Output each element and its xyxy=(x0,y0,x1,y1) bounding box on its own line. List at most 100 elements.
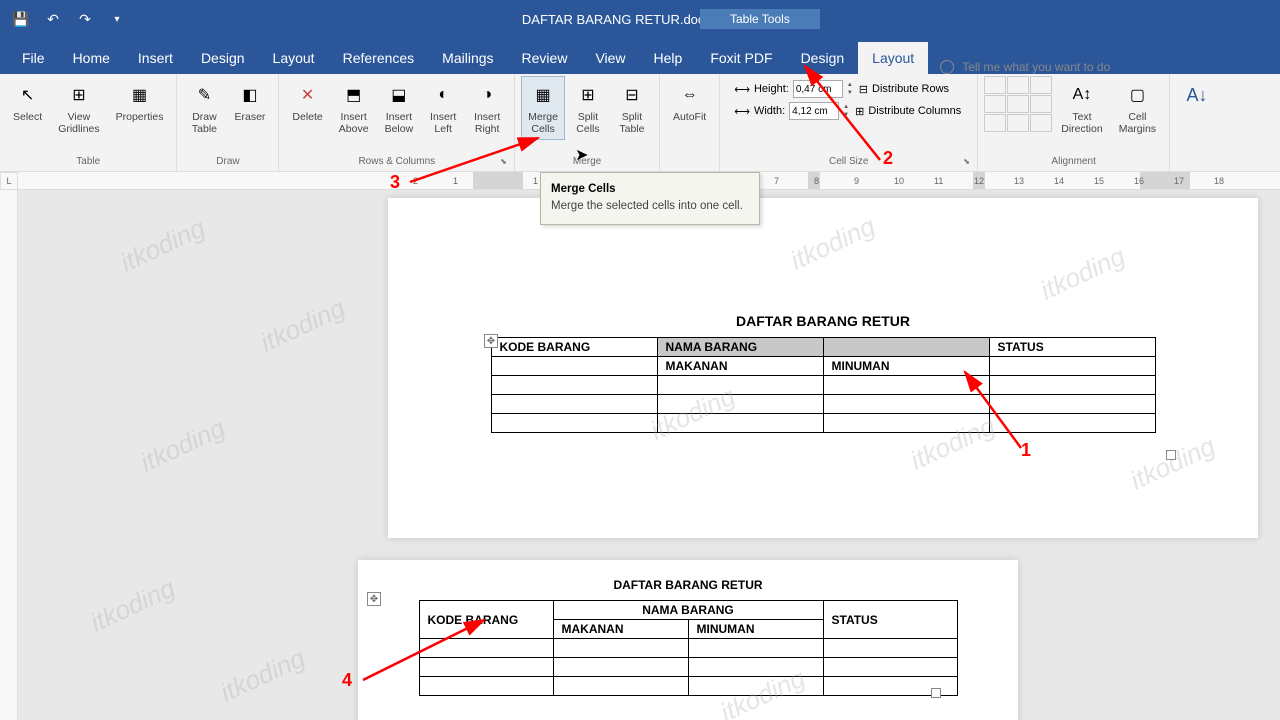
eraser-icon: ◧ xyxy=(236,81,264,109)
distribute-columns-button[interactable]: ⊞Distribute Columns xyxy=(853,103,963,120)
tooltip-description: Merge the selected cells into one cell. xyxy=(551,199,749,214)
table-move-handle[interactable]: ✥ xyxy=(484,334,498,348)
header-status[interactable]: STATUS xyxy=(989,338,1155,357)
header-kode[interactable]: KODE BARANG xyxy=(491,338,657,357)
cell-minuman[interactable]: MINUMAN xyxy=(823,357,989,376)
align-bc[interactable] xyxy=(1007,114,1029,132)
text-direction-button[interactable]: A↕Text Direction xyxy=(1054,76,1109,140)
split-cells-icon: ⊞ xyxy=(574,81,602,109)
annotation-1: 1 xyxy=(1021,440,1031,461)
align-tl[interactable] xyxy=(984,76,1006,94)
view-gridlines-button[interactable]: ⊞View Gridlines xyxy=(51,76,106,140)
tab-table-design[interactable]: Design xyxy=(787,42,859,74)
document-name: DAFTAR BARANG RETUR.docx xyxy=(522,12,711,27)
tooltip-title: Merge Cells xyxy=(551,183,749,195)
align-mr[interactable] xyxy=(1030,95,1052,113)
text-direction-icon: A↕ xyxy=(1068,81,1096,109)
tab-review[interactable]: Review xyxy=(508,42,582,74)
width-up[interactable]: ▲ xyxy=(843,103,849,111)
table-row xyxy=(491,376,1155,395)
width-label: Width: xyxy=(754,105,785,117)
cellsize-dialog-launcher[interactable]: ⬊ xyxy=(963,157,975,169)
align-tc[interactable] xyxy=(1007,76,1029,94)
tab-table-layout[interactable]: Layout xyxy=(858,42,928,74)
delete-icon: ✕ xyxy=(294,81,322,109)
annotation-4: 4 xyxy=(342,670,352,691)
insert-right-button[interactable]: ◑Insert Right xyxy=(466,76,508,140)
height-input[interactable] xyxy=(793,80,843,98)
contextual-tab-label: Table Tools xyxy=(700,9,820,29)
cell-margins-icon: ▢ xyxy=(1123,81,1151,109)
table2-move-handle[interactable]: ✥ xyxy=(367,592,381,606)
table-row xyxy=(491,414,1155,433)
distribute-rows-button[interactable]: ⊟Distribute Rows xyxy=(857,81,951,98)
header2-status[interactable]: STATUS xyxy=(823,601,957,639)
select-button[interactable]: ↖Select xyxy=(6,76,49,128)
insert-above-button[interactable]: ⬒Insert Above xyxy=(332,76,376,140)
table-row: KODE BARANG NAMA BARANG STATUS xyxy=(419,601,957,620)
tab-layout[interactable]: Layout xyxy=(259,42,329,74)
sort-button[interactable]: A↓ xyxy=(1176,76,1218,116)
table2-title: DAFTAR BARANG RETUR xyxy=(358,578,1018,592)
table-resize-handle[interactable] xyxy=(1166,450,1176,460)
align-mc[interactable] xyxy=(1007,95,1029,113)
align-br[interactable] xyxy=(1030,114,1052,132)
header-empty[interactable] xyxy=(823,338,989,357)
align-bl[interactable] xyxy=(984,114,1006,132)
tab-references[interactable]: References xyxy=(329,42,429,74)
height-down[interactable]: ▼ xyxy=(847,89,853,97)
header2-nama[interactable]: NAMA BARANG xyxy=(553,601,823,620)
align-ml[interactable] xyxy=(984,95,1006,113)
customize-qat-icon[interactable]: ▾ xyxy=(108,10,126,28)
width-input[interactable] xyxy=(789,102,839,120)
table2-resize-handle[interactable] xyxy=(931,688,941,698)
rows-cols-dialog-launcher[interactable]: ⬊ xyxy=(500,157,512,169)
tell-me-search[interactable]: Tell me what you want to do xyxy=(928,60,1122,74)
redo-icon[interactable]: ↷ xyxy=(76,10,94,28)
sort-icon: A↓ xyxy=(1183,81,1211,109)
undo-icon[interactable]: ↶ xyxy=(44,10,62,28)
cell2-minuman[interactable]: MINUMAN xyxy=(688,620,823,639)
tab-mailings[interactable]: Mailings xyxy=(428,42,507,74)
header2-kode[interactable]: KODE BARANG xyxy=(419,601,553,639)
tab-design[interactable]: Design xyxy=(187,42,259,74)
tab-foxitpdf[interactable]: Foxit PDF xyxy=(696,42,786,74)
properties-button[interactable]: ▦Properties xyxy=(109,76,171,128)
insert-left-button[interactable]: ◐Insert Left xyxy=(422,76,464,140)
cell-makanan[interactable]: MAKANAN xyxy=(657,357,823,376)
grid-icon: ⊞ xyxy=(65,81,93,109)
autofit-button[interactable]: ⇔AutoFit xyxy=(666,76,713,128)
tab-insert[interactable]: Insert xyxy=(124,42,187,74)
vertical-ruler[interactable] xyxy=(0,190,18,720)
table-row xyxy=(491,395,1155,414)
ribbon: ↖Select ⊞View Gridlines ▦Properties Tabl… xyxy=(0,74,1280,172)
tab-home[interactable]: Home xyxy=(59,42,124,74)
width-down[interactable]: ▼ xyxy=(843,111,849,119)
cell2-makanan[interactable]: MAKANAN xyxy=(553,620,688,639)
alignment-grid xyxy=(984,76,1052,132)
page-1: itkoding itkoding itkoding itkoding itko… xyxy=(388,198,1258,538)
insert-below-button[interactable]: ⬓Insert Below xyxy=(378,76,421,140)
cell-margins-button[interactable]: ▢Cell Margins xyxy=(1112,76,1163,140)
align-tr[interactable] xyxy=(1030,76,1052,94)
eraser-button[interactable]: ◧Eraser xyxy=(227,76,272,128)
table-2[interactable]: KODE BARANG NAMA BARANG STATUS MAKANAN M… xyxy=(419,600,958,696)
draw-table-button[interactable]: ✎Draw Table xyxy=(183,76,225,140)
document-canvas: itkoding itkoding itkoding itkoding itko… xyxy=(18,190,1280,720)
table-row: KODE BARANG NAMA BARANG STATUS xyxy=(491,338,1155,357)
table-row xyxy=(419,639,957,658)
save-icon[interactable]: 💾 xyxy=(12,10,30,28)
split-cells-button[interactable]: ⊞Split Cells xyxy=(567,76,609,140)
table-1[interactable]: KODE BARANG NAMA BARANG STATUS MAKANAN M… xyxy=(491,337,1156,433)
split-table-button[interactable]: ⊟Split Table xyxy=(611,76,653,140)
dist-cols-icon: ⊞ xyxy=(855,105,864,118)
header-nama[interactable]: NAMA BARANG xyxy=(657,338,823,357)
tab-view[interactable]: View xyxy=(581,42,639,74)
height-up[interactable]: ▲ xyxy=(847,81,853,89)
height-icon: ⟷ xyxy=(734,83,750,96)
ruler-corner[interactable]: L xyxy=(0,172,18,190)
delete-button[interactable]: ✕Delete xyxy=(285,76,329,128)
tab-file[interactable]: File xyxy=(8,42,59,74)
tab-help[interactable]: Help xyxy=(640,42,697,74)
merge-cells-button[interactable]: ▦Merge Cells xyxy=(521,76,565,140)
